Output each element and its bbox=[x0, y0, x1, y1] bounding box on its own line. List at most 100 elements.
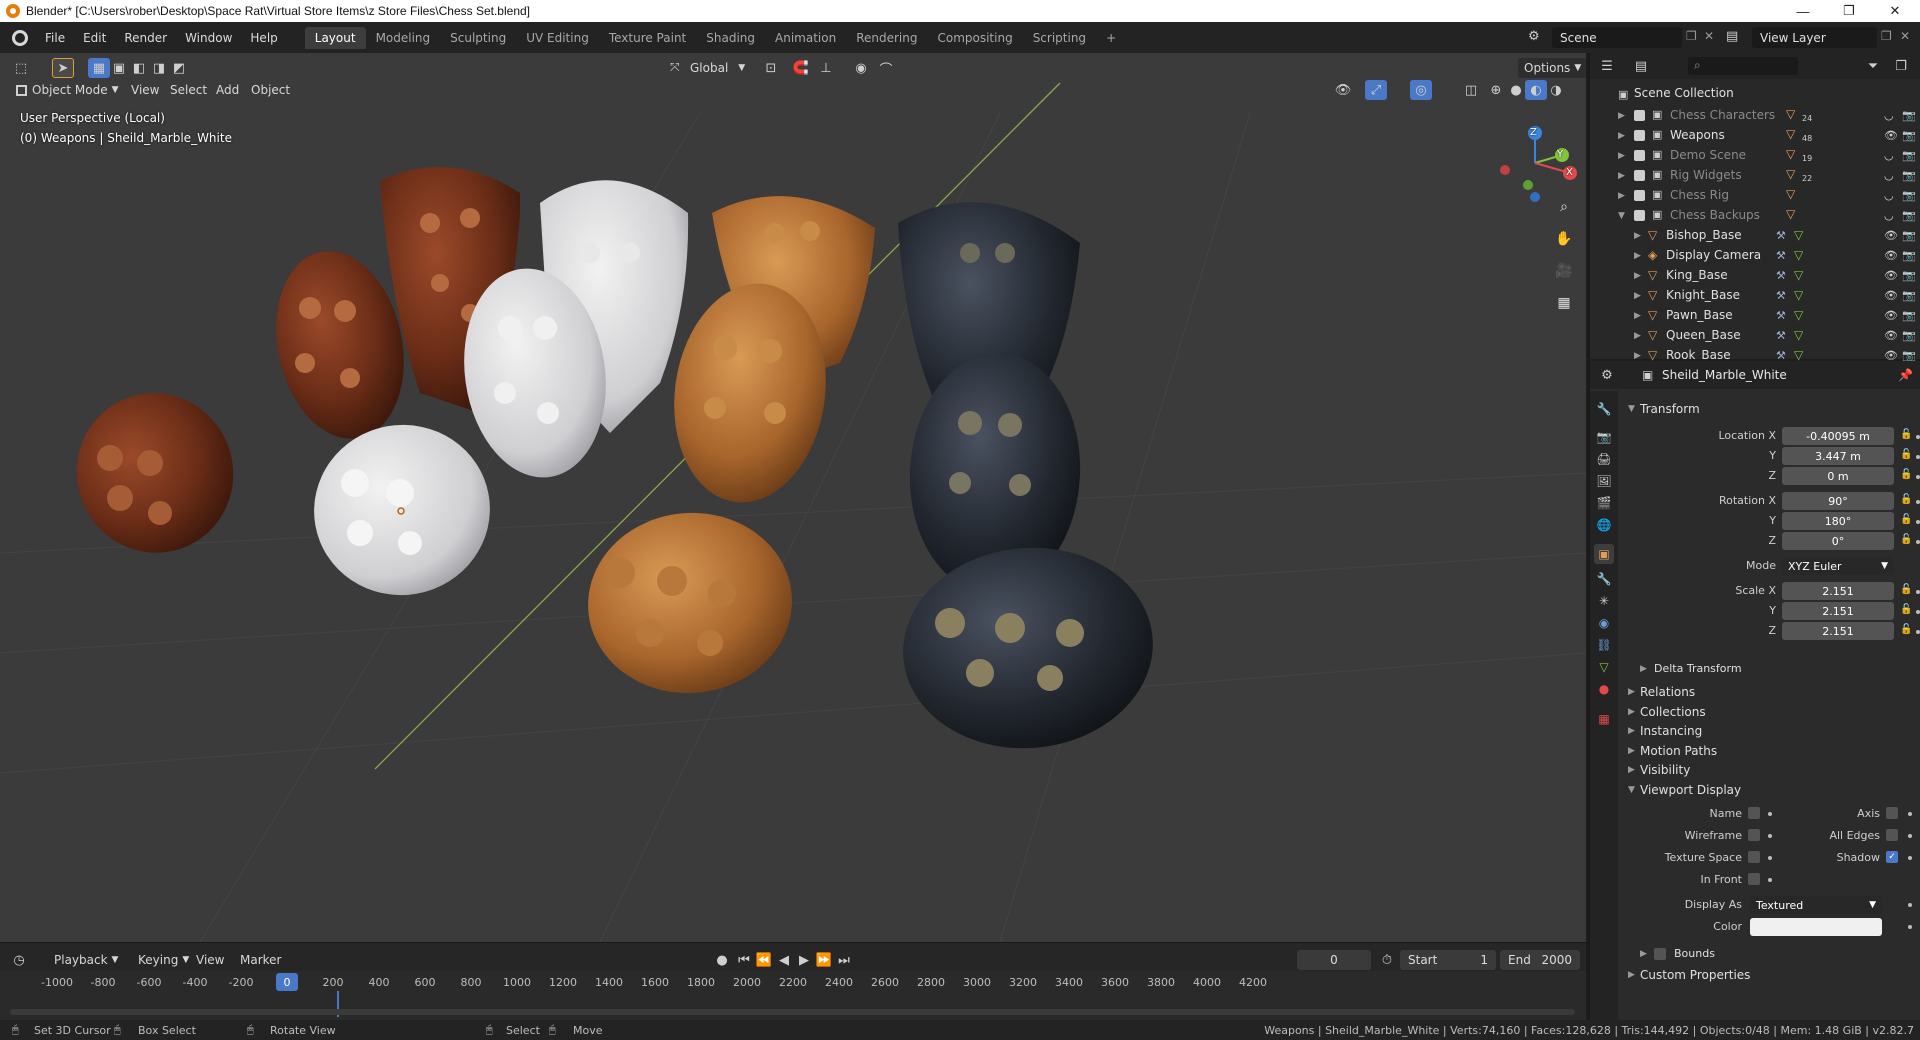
eye-icon[interactable]: 👁 bbox=[1884, 269, 1898, 282]
camera-view-icon[interactable]: 🎥 bbox=[1550, 257, 1578, 285]
timeline-menu-view[interactable]: View bbox=[196, 950, 224, 970]
eye-icon[interactable]: 👁 bbox=[1884, 229, 1898, 242]
collection-checkbox[interactable] bbox=[1634, 130, 1645, 141]
jump-key-forward-icon[interactable]: ⏩ bbox=[813, 950, 835, 970]
lock-icon[interactable]: 🔓 bbox=[1900, 604, 1912, 615]
eye-icon[interactable]: 👁 bbox=[1884, 129, 1898, 142]
camera-render-icon[interactable]: 📷 bbox=[1902, 209, 1916, 222]
keyframe-dot[interactable] bbox=[1916, 435, 1920, 439]
viewport-menu-view[interactable]: View bbox=[131, 80, 159, 100]
add-workspace-button[interactable]: + bbox=[1096, 27, 1126, 49]
properties-editor-icon[interactable]: ⚙ bbox=[1596, 365, 1618, 385]
scale-z-field[interactable]: 2.151 bbox=[1782, 622, 1894, 640]
delta-transform-header[interactable]: Delta Transform bbox=[1654, 662, 1742, 675]
menu-edit[interactable]: Edit bbox=[74, 28, 115, 48]
menu-window[interactable]: Window bbox=[176, 28, 241, 48]
menu-render[interactable]: Render bbox=[115, 28, 176, 48]
shadow-checkbox[interactable]: ✓ bbox=[1886, 851, 1898, 863]
rotation-x-field[interactable]: 90° bbox=[1782, 492, 1894, 510]
expand-arrow-icon[interactable]: ▶ bbox=[1640, 664, 1647, 674]
delete-scene-icon[interactable]: ✕ bbox=[1704, 29, 1714, 43]
tool-tab-icon[interactable]: 🔧 bbox=[1594, 399, 1614, 419]
shield-dark-marble-disc[interactable] bbox=[895, 537, 1161, 758]
collection-checkbox[interactable] bbox=[1634, 150, 1645, 161]
tab-uv-editing[interactable]: UV Editing bbox=[516, 27, 599, 49]
keyframe-dot[interactable] bbox=[1916, 500, 1920, 504]
transform-header[interactable]: Transform bbox=[1640, 402, 1700, 416]
expand-arrow-icon[interactable]: ▼ bbox=[1618, 211, 1625, 221]
keyframe-dot[interactable] bbox=[1768, 834, 1772, 838]
color-swatch[interactable] bbox=[1750, 918, 1882, 936]
tab-layout[interactable]: Layout bbox=[304, 26, 366, 49]
expand-arrow-icon[interactable]: ▶ bbox=[1628, 765, 1635, 775]
mode-dropdown[interactable]: Object Mode ▼ bbox=[10, 80, 125, 100]
outliner-collection-rig-widgets[interactable]: Rig Widgets bbox=[1670, 168, 1742, 182]
lock-icon[interactable]: 🔓 bbox=[1900, 534, 1912, 545]
expand-arrow-icon[interactable]: ▶ bbox=[1618, 131, 1625, 141]
constraints-tab-icon[interactable]: ⛓ bbox=[1594, 635, 1614, 655]
expand-arrow-icon[interactable]: ▶ bbox=[1640, 949, 1647, 959]
lock-icon[interactable]: 🔓 bbox=[1900, 624, 1912, 635]
tab-compositing[interactable]: Compositing bbox=[927, 27, 1022, 49]
menu-help[interactable]: Help bbox=[241, 28, 286, 48]
shield-marble-disc-selected[interactable] bbox=[301, 411, 504, 609]
keyframe-dot[interactable] bbox=[1768, 812, 1772, 816]
select-intersect-icon[interactable]: ◨ bbox=[148, 58, 170, 78]
maximize-button[interactable]: ❐ bbox=[1826, 0, 1872, 22]
lock-icon[interactable]: 🔓 bbox=[1900, 429, 1912, 440]
rotation-y-field[interactable]: 180° bbox=[1782, 512, 1894, 530]
camera-render-icon[interactable]: 📷 bbox=[1902, 189, 1916, 202]
scene-selector[interactable]: Scene bbox=[1552, 27, 1682, 48]
outliner-editor-icon[interactable]: ☰ bbox=[1596, 56, 1618, 76]
lock-icon[interactable]: 🔓 bbox=[1900, 584, 1912, 595]
keyframe-dot[interactable] bbox=[1908, 812, 1912, 816]
keyframe-dot[interactable] bbox=[1768, 878, 1772, 882]
modifier-tab-icon[interactable]: 🔧 bbox=[1594, 569, 1614, 589]
view-layer-selector[interactable]: View Layer bbox=[1752, 27, 1877, 48]
options-dropdown[interactable]: Options ▼ bbox=[1518, 58, 1586, 78]
tab-sculpting[interactable]: Sculpting bbox=[440, 27, 516, 49]
expand-arrow-icon[interactable]: ▶ bbox=[1628, 707, 1635, 717]
blender-menu-icon[interactable] bbox=[12, 29, 28, 46]
expand-arrow-icon[interactable]: ▶ bbox=[1618, 151, 1625, 161]
tab-scripting[interactable]: Scripting bbox=[1023, 27, 1096, 49]
new-view-layer-icon[interactable]: ❐ bbox=[1881, 29, 1892, 43]
camera-render-icon[interactable]: 📷 bbox=[1902, 169, 1916, 182]
tab-animation[interactable]: Animation bbox=[765, 27, 846, 49]
record-icon[interactable]: ● bbox=[711, 950, 733, 970]
expand-arrow-icon[interactable]: ▶ bbox=[1618, 171, 1625, 181]
camera-render-icon[interactable]: 📷 bbox=[1902, 309, 1916, 322]
solid-shading-icon[interactable]: ● bbox=[1505, 80, 1527, 100]
camera-render-icon[interactable]: 📷 bbox=[1902, 149, 1916, 162]
lock-icon[interactable]: 🔓 bbox=[1900, 449, 1912, 460]
camera-render-icon[interactable]: 📷 bbox=[1902, 269, 1916, 282]
eye-closed-icon[interactable]: ◡ bbox=[1884, 209, 1894, 222]
axis-checkbox[interactable] bbox=[1886, 807, 1898, 819]
viewport-menu-select[interactable]: Select bbox=[170, 80, 207, 100]
close-window-button[interactable]: ✕ bbox=[1872, 0, 1918, 22]
rotation-mode-dropdown[interactable]: XYZ Euler ▼ bbox=[1782, 557, 1894, 575]
expand-arrow-icon[interactable]: ▶ bbox=[1628, 970, 1635, 980]
snap-icon[interactable]: 🧲 bbox=[790, 58, 812, 78]
outliner-object-pawn_base[interactable]: Pawn_Base bbox=[1666, 308, 1733, 322]
stopwatch-icon[interactable]: ⏱ bbox=[1376, 950, 1398, 970]
pin-icon[interactable]: 📌 bbox=[1898, 368, 1913, 382]
timeline-scrollbar[interactable] bbox=[10, 1009, 1575, 1015]
particles-tab-icon[interactable]: ✳ bbox=[1594, 591, 1614, 611]
collection-checkbox[interactable] bbox=[1634, 170, 1645, 181]
overlays-toggle-icon[interactable]: ◎ bbox=[1410, 80, 1432, 100]
outliner-collection-chess-characters[interactable]: Chess Characters bbox=[1670, 108, 1775, 122]
custom-properties-header[interactable]: Custom Properties bbox=[1640, 968, 1750, 982]
display-as-dropdown[interactable]: Textured ▼ bbox=[1750, 896, 1882, 914]
expand-arrow-icon[interactable]: ▶ bbox=[1634, 311, 1641, 321]
wireframe-shading-icon[interactable]: ⊕ bbox=[1485, 80, 1507, 100]
timeline-menu-keying[interactable]: Keying ▼ bbox=[138, 950, 189, 970]
data-tab-icon[interactable]: ▽ bbox=[1594, 657, 1614, 677]
ortho-grid-icon[interactable]: ▦ bbox=[1550, 289, 1578, 317]
camera-render-icon[interactable]: 📷 bbox=[1902, 229, 1916, 242]
material-tab-icon[interactable]: ● bbox=[1594, 679, 1614, 699]
expand-arrow-icon[interactable]: ▶ bbox=[1634, 231, 1641, 241]
expand-arrow-icon[interactable]: ▶ bbox=[1634, 291, 1641, 301]
falloff-icon[interactable]: ⌒ bbox=[875, 58, 897, 78]
view-layer-tab-icon[interactable]: 🖼 bbox=[1594, 471, 1614, 491]
